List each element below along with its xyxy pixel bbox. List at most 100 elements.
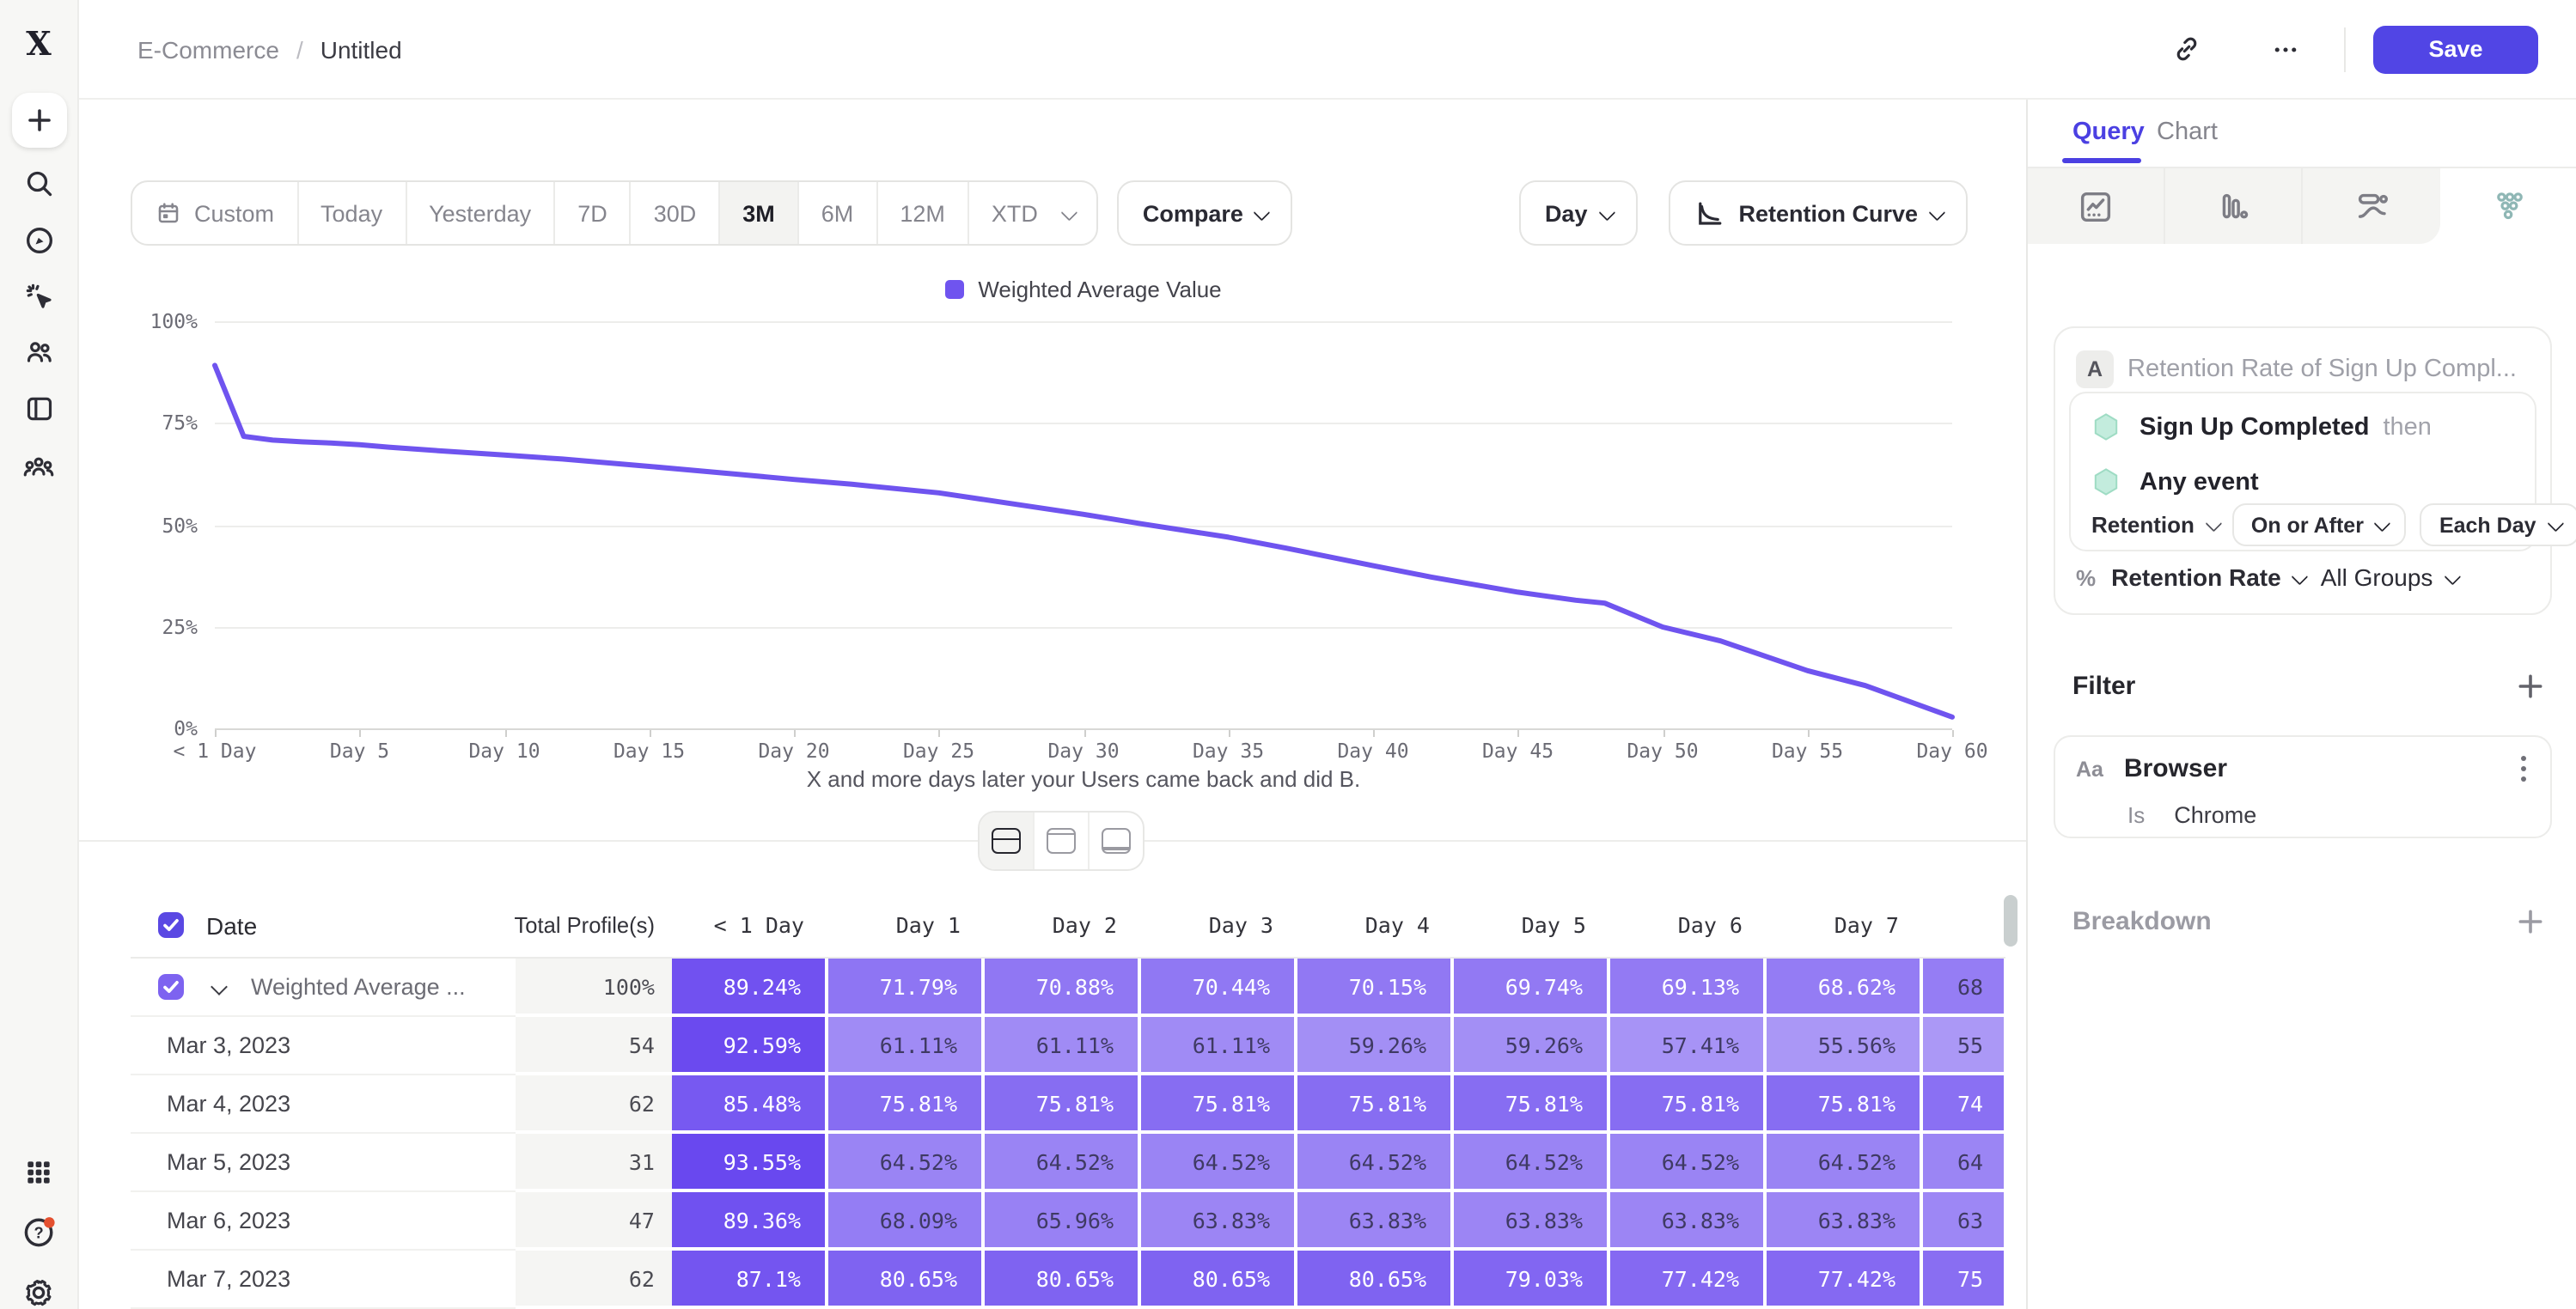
retention-cell[interactable]: 64.52% [1454,1134,1610,1192]
retention-cell[interactable]: 75.81% [1454,1075,1610,1134]
type-tab-retention-dots-icon[interactable] [2440,168,2576,244]
view-split-icon[interactable] [980,813,1035,869]
help-icon[interactable]: ? [18,1211,59,1252]
expand-chevron-icon[interactable] [211,978,228,995]
retention-cell[interactable]: 63.83% [1767,1192,1923,1251]
range-custom[interactable]: Custom [132,182,298,244]
row-checkbox[interactable] [158,974,184,1000]
retention-cell[interactable]: 59.26% [1297,1017,1454,1075]
retention-cell[interactable]: 80.65% [985,1251,1141,1309]
tab-query[interactable]: Query [2072,98,2145,167]
retention-cell[interactable]: 63.83% [1454,1192,1610,1251]
retention-cell[interactable]: 69.74% [1454,959,1610,1017]
compare-button[interactable]: Compare [1117,180,1293,246]
more-options-icon[interactable] [2262,25,2310,73]
retention-cell[interactable]: 64 [1923,1134,2004,1192]
retention-cell[interactable]: 77.42% [1767,1251,1923,1309]
retention-cell[interactable]: 89.36% [672,1192,828,1251]
retention-cell[interactable]: 68.62% [1767,959,1923,1017]
range-yesterday[interactable]: Yesterday [406,182,555,244]
settings-gear-icon[interactable] [18,1271,59,1309]
retention-cell[interactable]: 65.96% [985,1192,1141,1251]
measure-dropdown[interactable]: Retention Rate [2111,563,2305,591]
retention-cell[interactable]: 80.65% [828,1251,985,1309]
window-dropdown[interactable]: On or After [2232,503,2407,546]
range-xtd[interactable]: XTD [969,182,1096,244]
retention-cell[interactable]: 75.81% [1297,1075,1454,1134]
retention-cell[interactable]: 75.81% [985,1075,1141,1134]
panel-columns-icon[interactable] [18,388,59,429]
add-filter-button[interactable] [2512,668,2547,703]
retention-mode-dropdown[interactable]: Retention [2091,512,2219,538]
retention-cell[interactable]: 87.1% [672,1251,828,1309]
chart-legend[interactable]: Weighted Average Value [215,277,1952,302]
retention-cell[interactable]: 75.81% [828,1075,985,1134]
filter-kebab-icon[interactable] [2521,756,2526,782]
filter-card[interactable]: Aa Browser Is Chrome [2054,735,2552,838]
retention-cell[interactable]: 77.42% [1610,1251,1767,1309]
view-table-only-icon[interactable] [1090,813,1143,869]
compass-icon[interactable] [18,220,59,261]
retention-cell[interactable]: 75 [1923,1251,2004,1309]
retention-cell[interactable]: 59.26% [1454,1017,1610,1075]
retention-cell[interactable]: 75.81% [1767,1075,1923,1134]
range-7d[interactable]: 7D [555,182,632,244]
range-12m[interactable]: 12M [877,182,969,244]
retention-cell[interactable]: 55.56% [1767,1017,1923,1075]
retention-cell[interactable]: 64.52% [985,1134,1141,1192]
table-scrollbar[interactable] [2004,895,2017,947]
retention-cell[interactable]: 64.52% [1141,1134,1297,1192]
tab-chart[interactable]: Chart [2157,98,2218,167]
event-a-name[interactable]: Sign Up Completed [2140,413,2369,441]
retention-cell[interactable]: 79.03% [1454,1251,1610,1309]
breadcrumb-section[interactable]: E-Commerce [137,35,279,63]
type-tab-flow-icon[interactable] [2303,168,2440,244]
retention-cell[interactable]: 68.09% [828,1192,985,1251]
retention-cell[interactable]: 70.15% [1297,959,1454,1017]
retention-cell[interactable]: 71.79% [828,959,985,1017]
granularity-dropdown[interactable]: Day [1519,180,1638,246]
retention-cell[interactable]: 61.11% [1141,1017,1297,1075]
retention-cell[interactable]: 74 [1923,1075,2004,1134]
retention-cell[interactable]: 69.13% [1610,959,1767,1017]
people-group-icon[interactable] [18,447,59,488]
search-icon[interactable] [18,163,59,204]
apps-grid-icon[interactable] [18,1151,59,1192]
view-chart-only-icon[interactable] [1035,813,1090,869]
filter-value[interactable]: Chrome [2174,802,2256,828]
retention-cell[interactable]: 93.55% [672,1134,828,1192]
groups-dropdown[interactable]: All Groups [2321,563,2457,591]
retention-cell[interactable]: 64.52% [1610,1134,1767,1192]
range-6m[interactable]: 6M [799,182,878,244]
share-link-icon[interactable] [2162,25,2210,73]
type-tab-bar-chart-icon[interactable] [2165,168,2303,244]
click-spark-icon[interactable] [18,277,59,318]
retention-cell[interactable]: 75.81% [1610,1075,1767,1134]
retention-cell[interactable]: 64.52% [1767,1134,1923,1192]
breadcrumb-page-title[interactable]: Untitled [320,35,402,63]
range-30d[interactable]: 30D [632,182,721,244]
retention-cell[interactable]: 63 [1923,1192,2004,1251]
users-icon[interactable] [18,332,59,373]
create-new-button[interactable] [11,93,66,148]
retention-cell[interactable]: 55 [1923,1017,2004,1075]
range-today[interactable]: Today [298,182,406,244]
retention-cell[interactable]: 64.52% [1297,1134,1454,1192]
retention-cell[interactable]: 63.83% [1610,1192,1767,1251]
retention-cell[interactable]: 63.83% [1297,1192,1454,1251]
retention-cell[interactable]: 85.48% [672,1075,828,1134]
filter-operator[interactable]: Is [2127,802,2145,828]
retention-cell[interactable]: 61.11% [985,1017,1141,1075]
retention-cell[interactable]: 92.59% [672,1017,828,1075]
type-tab-line-chart-icon[interactable] [2028,168,2165,244]
retention-cell[interactable]: 68 [1923,959,2004,1017]
retention-cell[interactable]: 70.88% [985,959,1141,1017]
retention-cell[interactable]: 63.83% [1141,1192,1297,1251]
retention-cell[interactable]: 75.81% [1141,1075,1297,1134]
retention-cell[interactable]: 64.52% [828,1134,985,1192]
range-3m[interactable]: 3M [720,182,799,244]
retention-cell[interactable]: 70.44% [1141,959,1297,1017]
chart-type-dropdown[interactable]: Retention Curve [1668,180,1968,246]
filter-property[interactable]: Browser [2124,754,2227,783]
query-title[interactable]: Retention Rate of Sign Up Compl... [2127,356,2533,383]
